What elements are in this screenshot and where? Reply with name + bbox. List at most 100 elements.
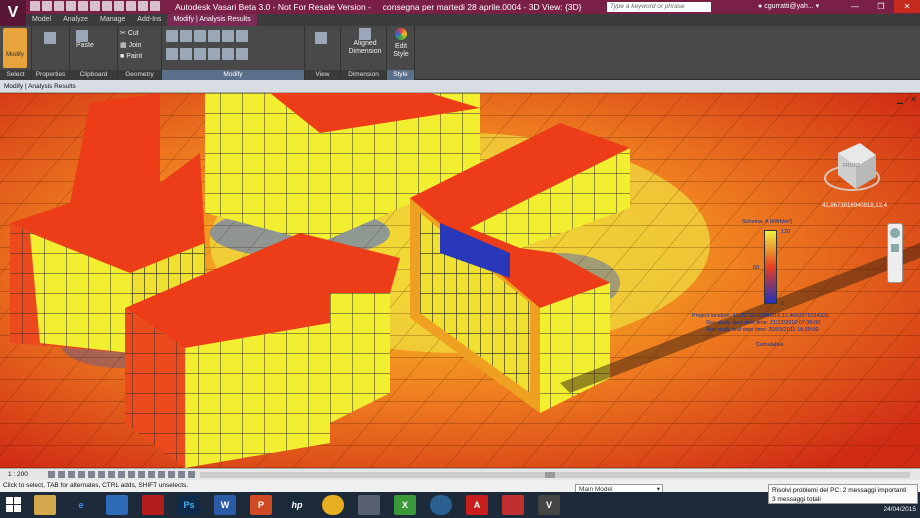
view-icon[interactable]	[315, 32, 327, 44]
viewcube-face-label: FRONT	[843, 163, 861, 169]
close-icon[interactable]: ✕	[894, 0, 920, 13]
powerpoint-icon[interactable]: P	[250, 495, 272, 515]
project-location: Project location: 41,8673016940918,12,46…	[692, 313, 830, 319]
geometry-panel: ✂ Cut ▦ Join ■ Paint Geometry	[118, 26, 162, 80]
restore-icon[interactable]: ❐	[868, 0, 894, 13]
pin-icon	[221, 48, 234, 60]
paste-icon	[76, 30, 88, 42]
taskbar-date: 24/04/2015	[883, 506, 916, 513]
ribbon-tabs: Model Analyze Manage Add-Ins Modify | An…	[26, 14, 920, 26]
tab-modify-analysis-results[interactable]: Modify | Analysis Results	[167, 14, 257, 26]
app-icon[interactable]	[106, 495, 128, 515]
legend-max: 120	[781, 229, 791, 235]
split-icon	[221, 30, 234, 42]
legend-color-bar	[764, 230, 777, 304]
aligned-dimension-button[interactable]: Aligned Dimension	[345, 28, 385, 56]
apps-icon[interactable]	[358, 495, 380, 515]
color-wheel-icon	[395, 28, 407, 40]
paste-button[interactable]: Paste	[76, 30, 94, 49]
search-input[interactable]: Type a keyword or phrase	[607, 2, 711, 12]
dimension-icon	[359, 28, 371, 40]
geometry-panel-label: Geometry	[118, 70, 161, 80]
vasari-taskbar-icon[interactable]: V	[538, 495, 560, 515]
zoom-icon[interactable]	[891, 244, 899, 252]
minimize-icon[interactable]: —	[842, 0, 868, 13]
photoshop-icon[interactable]: Ps	[178, 495, 200, 515]
modify-panel-label: Modify	[162, 70, 304, 80]
media-icon[interactable]	[430, 495, 452, 515]
paint-button[interactable]: ■ Paint	[120, 53, 142, 60]
sun-study-start: Sun study start date time: 21/12/2010 07…	[706, 320, 821, 326]
word-icon[interactable]: W	[214, 495, 236, 515]
properties-panel: Properties	[32, 26, 70, 80]
modify-tools[interactable]	[166, 30, 248, 42]
dimension-panel-label[interactable]: Dimension	[341, 70, 386, 80]
offset-icon	[179, 30, 192, 42]
hp-icon[interactable]: hp	[286, 495, 308, 515]
analysis-scene	[0, 93, 920, 468]
3d-viewport[interactable]: 41,8673016940918,12,4 FRONT Schema: A (k…	[0, 93, 920, 468]
legend-mid: 60	[753, 265, 760, 271]
style-panel: Edit Style Style	[387, 26, 415, 80]
notification-line-2: 3 messaggi totali	[772, 496, 821, 503]
tab-model[interactable]: Model	[26, 14, 57, 26]
rotate-icon	[179, 48, 192, 60]
legend-min: 0	[781, 301, 785, 307]
modify-tools-2[interactable]	[166, 48, 248, 60]
style-panel-label: Style	[387, 70, 414, 80]
ribbon: Modify Select Properties Paste Clipboard…	[0, 26, 920, 80]
application-menu-button[interactable]: V	[0, 0, 26, 26]
select-panel-label[interactable]: Select	[0, 70, 31, 80]
horizontal-scrollbar[interactable]	[200, 472, 910, 478]
acrobat-icon[interactable]	[142, 495, 164, 515]
autocad-icon[interactable]: A	[466, 495, 488, 515]
cumulative-label: Cumulative	[756, 342, 784, 348]
notification-tooltip: Risolvi problemi del PC: 2 messaggi impo…	[768, 484, 918, 504]
quick-access-toolbar[interactable]	[30, 1, 160, 13]
array-icon	[235, 30, 248, 42]
tab-analyze[interactable]: Analyze	[57, 14, 94, 26]
sketchup-icon[interactable]	[502, 495, 524, 515]
file-explorer-icon[interactable]	[34, 495, 56, 515]
trim-icon	[193, 48, 206, 60]
align-icon	[166, 30, 178, 42]
sun-study-end: Sun study end date time: 20/03/2011 16:3…	[706, 327, 819, 333]
dimension-panel: Aligned Dimension Dimension	[341, 26, 387, 80]
clipboard-panel-label: Clipboard	[70, 70, 117, 80]
legend-title: Schema: A (kWh/m²)	[742, 219, 793, 225]
tab-manage[interactable]: Manage	[94, 14, 131, 26]
select-panel: Modify Select	[0, 26, 32, 80]
window-title: Autodesk Vasari Beta 3.0 - Not For Resal…	[175, 2, 582, 12]
copy-icon	[166, 48, 178, 60]
move-icon	[207, 30, 220, 42]
scale-icon	[207, 48, 220, 60]
clipboard-panel: Paste Clipboard	[70, 26, 118, 80]
tab-add-ins[interactable]: Add-Ins	[131, 14, 167, 26]
window-controls[interactable]: — ❐ ✕	[842, 0, 920, 13]
view-panel: View	[305, 26, 341, 80]
options-bar: Modify | Analysis Results	[0, 80, 920, 93]
scrollbar-thumb[interactable]	[545, 472, 555, 478]
edit-style-button[interactable]: Edit Style	[389, 28, 413, 59]
excel-icon[interactable]: X	[394, 495, 416, 515]
internet-explorer-icon[interactable]: e	[70, 495, 92, 515]
view-control-icons[interactable]	[48, 471, 195, 478]
properties-icon[interactable]	[44, 32, 56, 44]
title-bar: Autodesk Vasari Beta 3.0 - Not For Resal…	[0, 0, 920, 14]
modify-button[interactable]: Modify	[3, 28, 27, 68]
view-panel-label: View	[305, 70, 340, 80]
notification-line-1: Risolvi problemi del PC: 2 messaggi impo…	[772, 487, 907, 494]
navigation-bar[interactable]	[887, 223, 903, 283]
properties-panel-label: Properties	[32, 70, 69, 80]
chrome-icon[interactable]	[322, 495, 344, 515]
modify-panel: Modify	[162, 26, 305, 80]
windows-start-icon[interactable]	[6, 497, 22, 513]
viewport-window-controls[interactable]: ▁ ▫ ✕	[897, 95, 917, 104]
coordinate-readout: 41,8673016940918,12,4	[822, 203, 888, 209]
view-control-bar: 1 : 200	[0, 468, 920, 480]
mirror-icon	[193, 30, 206, 42]
cut-button[interactable]: ✂ Cut	[120, 29, 139, 37]
steering-wheel-icon[interactable]	[890, 228, 900, 238]
user-account[interactable]: ● cgurratti@yah... ▾	[758, 2, 819, 10]
join-button[interactable]: ▦ Join	[120, 41, 141, 49]
